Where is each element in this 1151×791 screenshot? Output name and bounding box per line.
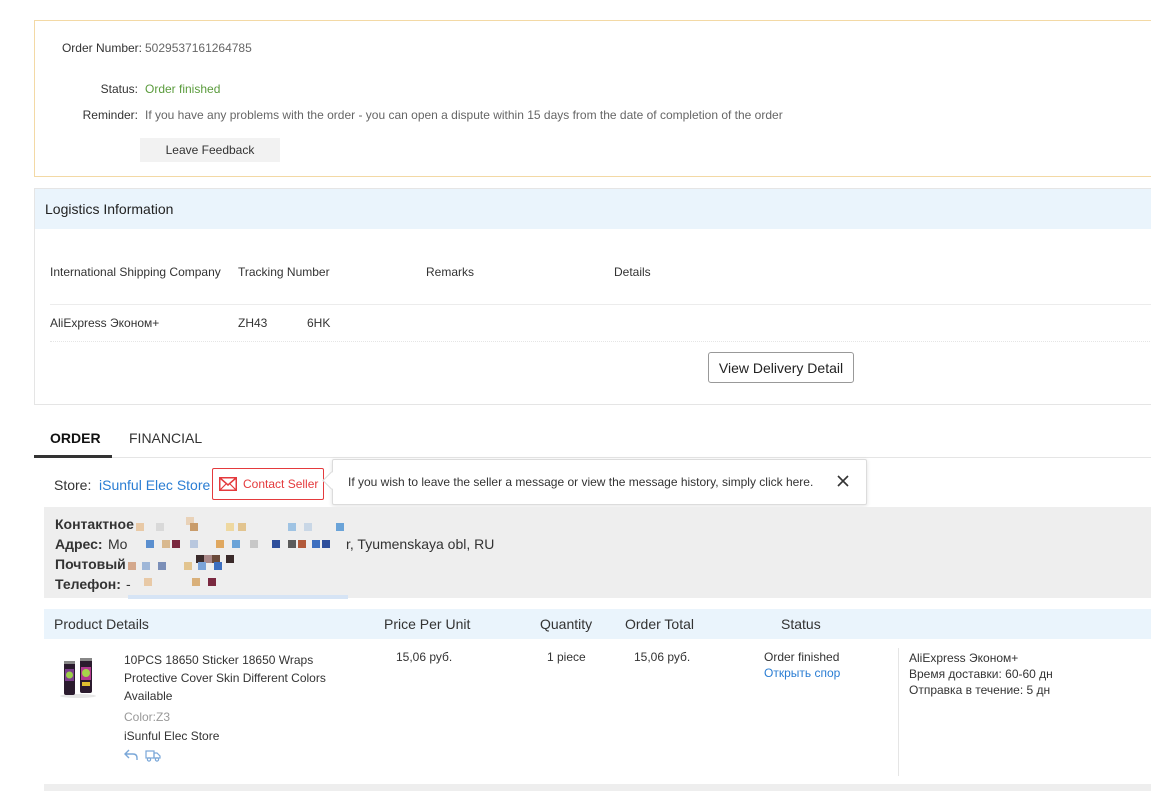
col-shipping-company: International Shipping Company [50,265,221,279]
status-label: Status: [100,82,138,96]
contact-seller-label: Contact Seller [243,477,319,491]
return-icon[interactable] [124,749,138,764]
th-product-details: Product Details [54,616,149,632]
delivery-time: Время доставки: 60-60 дн [909,667,1053,681]
phone-label: Телефон: [55,576,121,592]
product-thumbnail[interactable] [58,655,100,699]
product-table-header [44,609,1151,639]
col-tracking-number: Tracking Number [238,265,330,279]
product-color: Color:Z3 [124,710,171,724]
view-delivery-detail-button[interactable]: View Delivery Detail [708,352,854,383]
shipping-method: AliExpress Эконом+ [909,651,1019,665]
reminder-label: Reminder: [82,108,138,122]
tracking-number-part1: ZH43 [238,316,268,330]
store-label: Store: [54,477,92,493]
price-per-unit-value: 15,06 руб. [396,650,453,664]
th-quantity: Quantity [540,616,593,632]
tracking-number-part2: 6HK [307,316,331,330]
address-prefix: Mo [108,536,128,552]
address-suffix: r, Tyumenskaya obl, RU [346,536,495,552]
col-remarks: Remarks [426,265,475,279]
leave-feedback-button[interactable]: Leave Feedback [140,138,280,162]
quantity-value: 1 piece [547,650,586,664]
shipping-company-value: AliExpress Эконом+ [50,316,160,330]
tab-order-active-indicator [34,455,112,458]
order-number-value: 5029537161264785 [145,41,252,55]
redacted-personal-data [128,515,358,599]
product-store-name: iSunful Elec Store [124,729,220,743]
open-dispute-link[interactable]: Открыть спор [764,666,840,680]
contact-seller-button[interactable]: Contact Seller [212,468,324,500]
contact-name-label: Контактное [55,516,134,532]
order-status-value: Order finished [145,82,221,96]
th-order-total: Order Total [625,616,694,632]
table-footer-bar [44,784,1151,791]
tabs-divider [34,457,1151,458]
postal-code-label: Почтовый [55,556,126,572]
address-label: Адрес: [55,536,103,552]
logistics-title: Logistics Information [35,189,1151,229]
order-number-label: Order Number: [38,41,142,55]
th-price-per-unit: Price Per Unit [384,616,471,632]
logistics-divider [50,304,1151,305]
product-title-line3: Available [124,689,173,703]
close-icon[interactable] [836,474,850,491]
store-name-link[interactable]: iSunful Elec Store [99,477,210,493]
col-details: Details [614,265,651,279]
product-title-line1: 10PCS 18650 Sticker 18650 Wraps [124,653,314,667]
item-status-value: Order finished [764,650,840,664]
tab-order[interactable]: ORDER [50,430,101,446]
order-number-label-text: Order Number: [61,41,142,55]
order-total-value: 15,06 руб. [634,650,691,664]
logistics-row-divider [50,341,1151,342]
th-status: Status [781,616,821,632]
reminder-text: If you have any problems with the order … [145,108,783,122]
status-column-divider [898,648,899,776]
tooltip-text: If you wish to leave the seller a messag… [348,475,814,489]
shipping-info-block: AliExpress Эконом+ Время доставки: 60-60… [909,650,1053,698]
product-title-line2: Protective Cover Skin Different Colors [124,671,326,685]
product-title-link[interactable]: 10PCS 18650 Sticker 18650 Wraps Protecti… [124,651,326,705]
envelope-icon [219,477,237,491]
truck-icon[interactable] [145,749,161,765]
tab-financial[interactable]: FINANCIAL [129,430,202,446]
dispatch-time: Отправка в течение: 5 дн [909,683,1051,697]
